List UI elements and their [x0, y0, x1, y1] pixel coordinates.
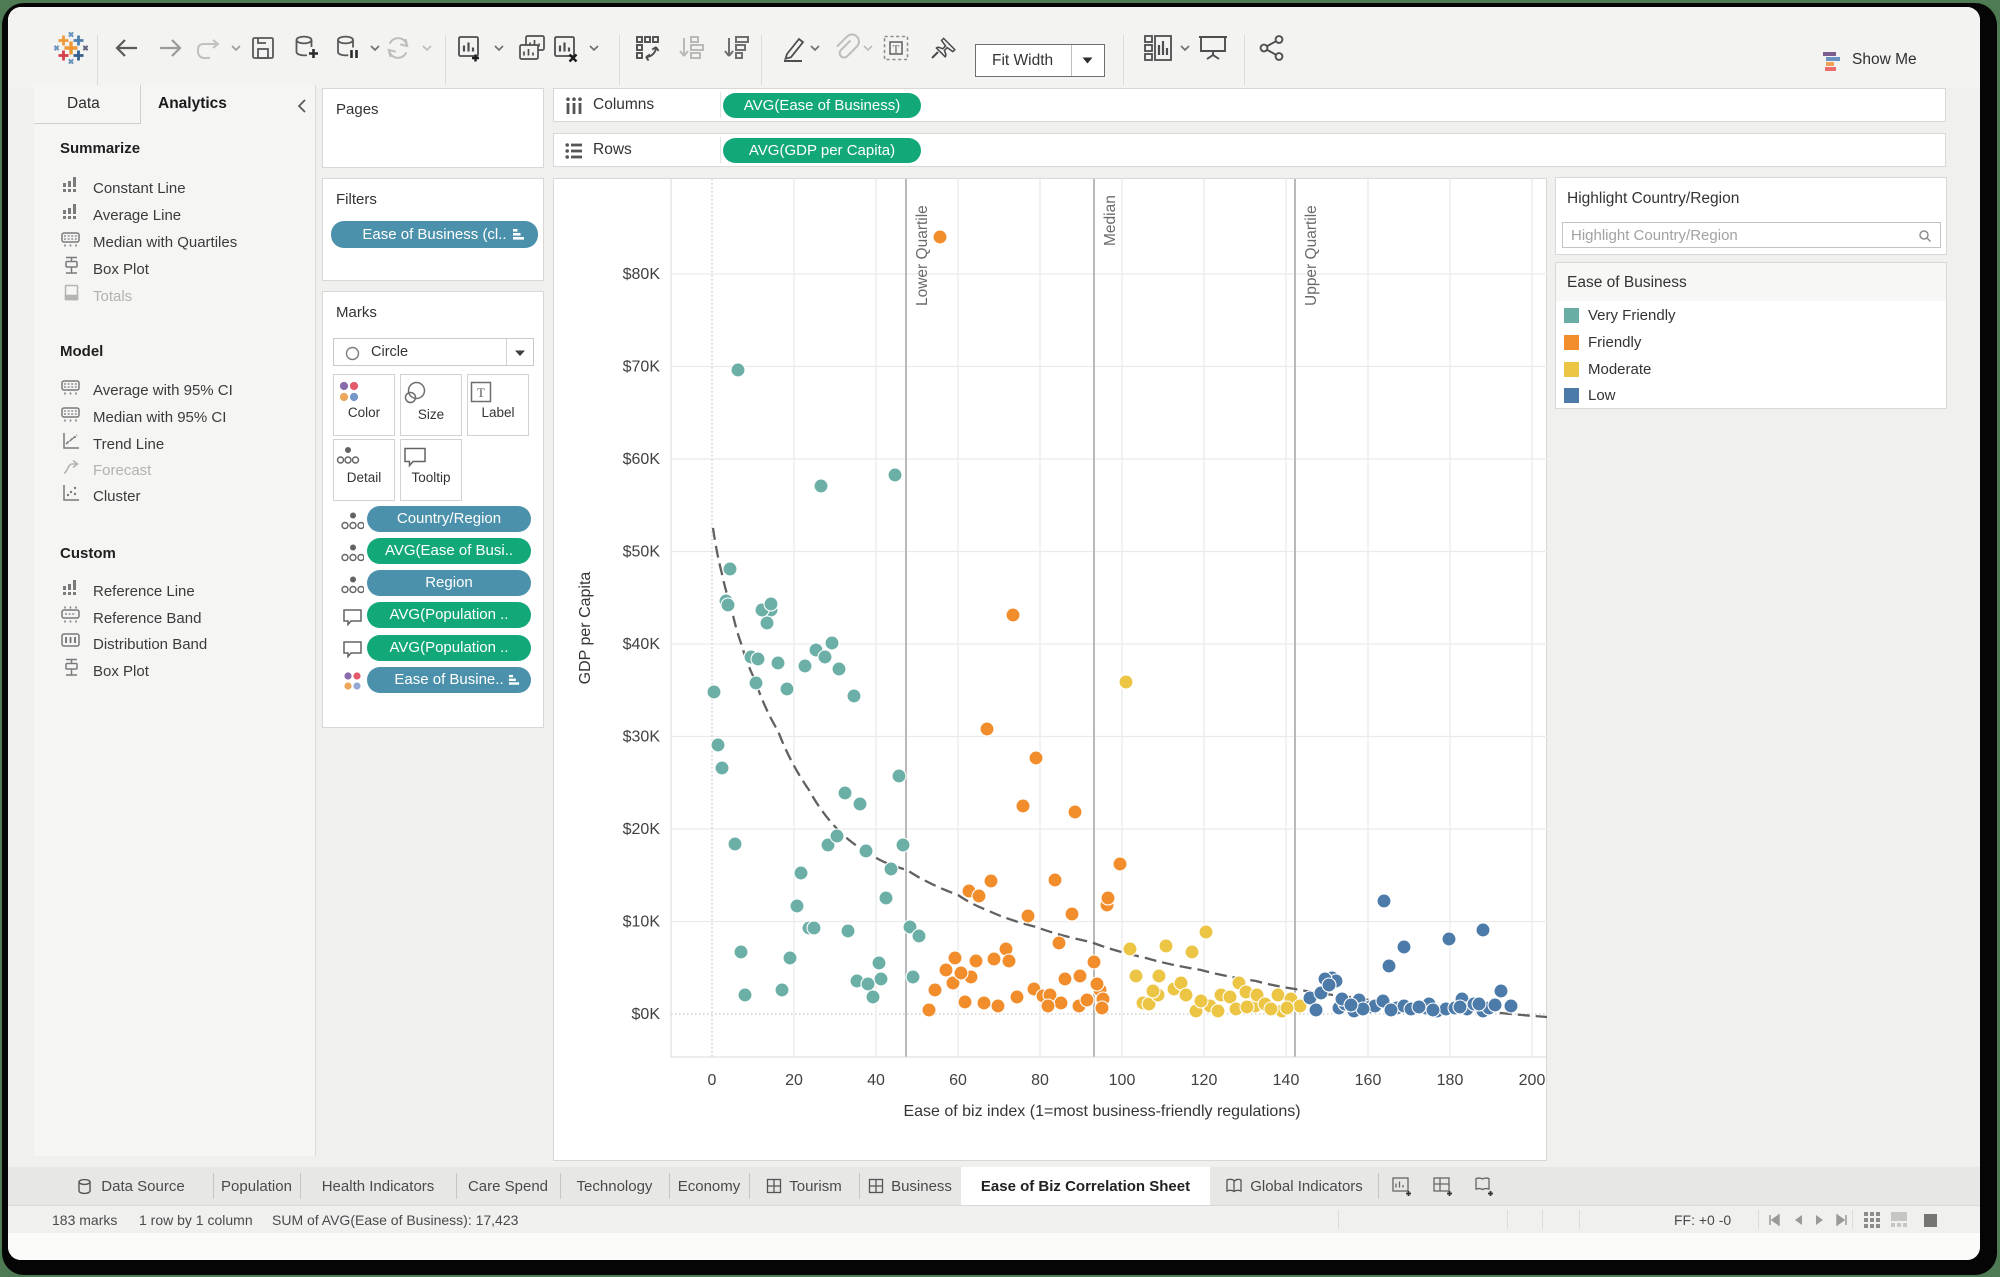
svg-text:80: 80	[1031, 1072, 1049, 1089]
svg-text:Median: Median	[1102, 195, 1119, 246]
svg-text:100: 100	[1109, 1072, 1136, 1089]
svg-text:60: 60	[949, 1072, 967, 1089]
svg-text:GDP per Capita: GDP per Capita	[577, 572, 594, 685]
svg-text:$30K: $30K	[623, 729, 661, 746]
svg-text:140: 140	[1273, 1072, 1300, 1089]
svg-text:160: 160	[1355, 1072, 1382, 1089]
svg-text:T: T	[477, 385, 485, 400]
svg-text:180: 180	[1437, 1072, 1464, 1089]
svg-text:$60K: $60K	[623, 451, 661, 468]
svg-text:$40K: $40K	[623, 636, 661, 653]
svg-text:20: 20	[785, 1072, 803, 1089]
svg-text:40: 40	[867, 1072, 885, 1089]
svg-text:T: T	[893, 43, 900, 55]
svg-text:Lower Quartile: Lower Quartile	[914, 205, 931, 306]
svg-text:$20K: $20K	[623, 821, 661, 838]
svg-text:$0K: $0K	[632, 1006, 661, 1023]
svg-text:Upper Quartile: Upper Quartile	[1303, 205, 1320, 306]
svg-text:$80K: $80K	[623, 266, 661, 283]
svg-text:200: 200	[1519, 1072, 1546, 1089]
svg-text:0: 0	[708, 1072, 717, 1089]
svg-text:$10K: $10K	[623, 914, 661, 931]
svg-text:Ease of biz index (1=most busi: Ease of biz index (1=most business-frien…	[903, 1103, 1300, 1120]
svg-text:$70K: $70K	[623, 359, 661, 376]
svg-text:$50K: $50K	[623, 544, 661, 561]
svg-text:120: 120	[1191, 1072, 1218, 1089]
